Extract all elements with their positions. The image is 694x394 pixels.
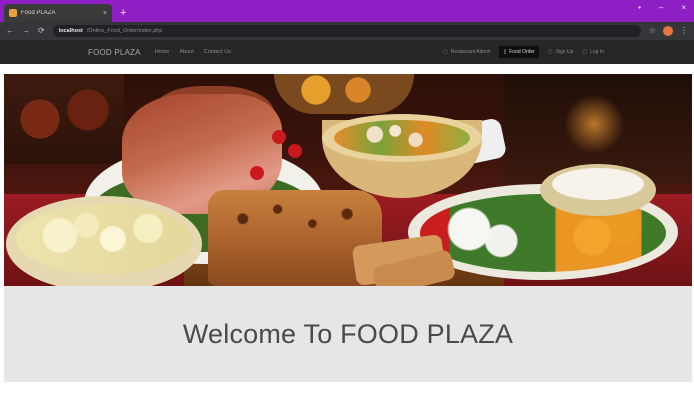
address-bar[interactable]: localhost /Online_Food_Order/index.php (52, 25, 641, 37)
browser-tab[interactable]: Food PLAZA × (4, 4, 112, 22)
hero-food-image (4, 74, 692, 286)
login-icon: ▢ (582, 49, 588, 55)
url-host: localhost (58, 28, 83, 34)
tomato (250, 166, 264, 180)
forward-icon[interactable]: → (22, 26, 30, 36)
profile-avatar[interactable] (663, 26, 673, 36)
tab-strip: Food PLAZA × + • – × (0, 0, 694, 22)
url-path: /Online_Food_Order/index.php (86, 28, 163, 34)
fruit-bowl (274, 74, 414, 114)
window-controls: • – × (638, 3, 686, 13)
browser-toolbar: ← → ⟳ localhost /Online_Food_Order/index… (0, 22, 694, 40)
signup-icon: ▢ (547, 49, 553, 55)
tab-title: Food PLAZA (21, 10, 56, 16)
nav-log-in-label: Log In (590, 49, 604, 55)
dip (552, 168, 644, 200)
nav-food-order[interactable]: ▯ Food Order (499, 46, 539, 58)
close-window-button[interactable]: × (681, 3, 686, 13)
cart-icon: ▯ (503, 49, 507, 55)
welcome-title: Welcome To FOOD PLAZA (182, 318, 514, 349)
nav-sign-up-label: Sign Up (555, 49, 574, 55)
new-tab-button[interactable]: + (120, 4, 126, 22)
welcome-section: Welcome To FOOD PLAZA (4, 286, 692, 382)
nav-link-about[interactable]: About (179, 49, 193, 55)
minimize-button[interactable]: – (659, 3, 663, 13)
toolbar-actions: ☆ ⋮ (649, 26, 688, 36)
nav-link-contact[interactable]: Contact Us (204, 49, 231, 55)
site-navbar: FOOD PLAZA Home About Contact Us ▢ Resta… (0, 40, 694, 64)
nav-food-order-label: Food Order (509, 49, 535, 55)
tomato (272, 130, 286, 144)
star-icon[interactable]: ☆ (649, 26, 656, 36)
mixed-vegetables (334, 120, 470, 156)
tomato (288, 144, 302, 158)
account-icon[interactable]: • (638, 3, 641, 13)
browser-window: Food PLAZA × + • – × ← → ⟳ localhost /On… (0, 0, 694, 394)
nav-restaurant-admin-label: Restaurant Admin (450, 49, 491, 55)
reload-icon[interactable]: ⟳ (38, 26, 45, 36)
nav-link-home[interactable]: Home (155, 49, 170, 55)
roast-meat-platter (4, 74, 124, 164)
nav-sign-up[interactable]: ▢ Sign Up (548, 49, 574, 55)
back-icon[interactable]: ← (6, 26, 14, 36)
scalloped-potatoes (16, 204, 192, 274)
nav-log-in[interactable]: ▢ Log In (582, 49, 604, 55)
menu-icon[interactable]: ⋮ (680, 26, 688, 36)
nav-restaurant-admin[interactable]: ▢ Restaurant Admin (443, 49, 490, 55)
close-tab-icon[interactable]: × (103, 10, 107, 17)
warm-light (564, 94, 624, 154)
favicon-icon (9, 9, 17, 17)
page-bottom (0, 382, 694, 394)
site-brand[interactable]: FOOD PLAZA (88, 48, 141, 57)
admin-icon: ▢ (443, 49, 448, 55)
